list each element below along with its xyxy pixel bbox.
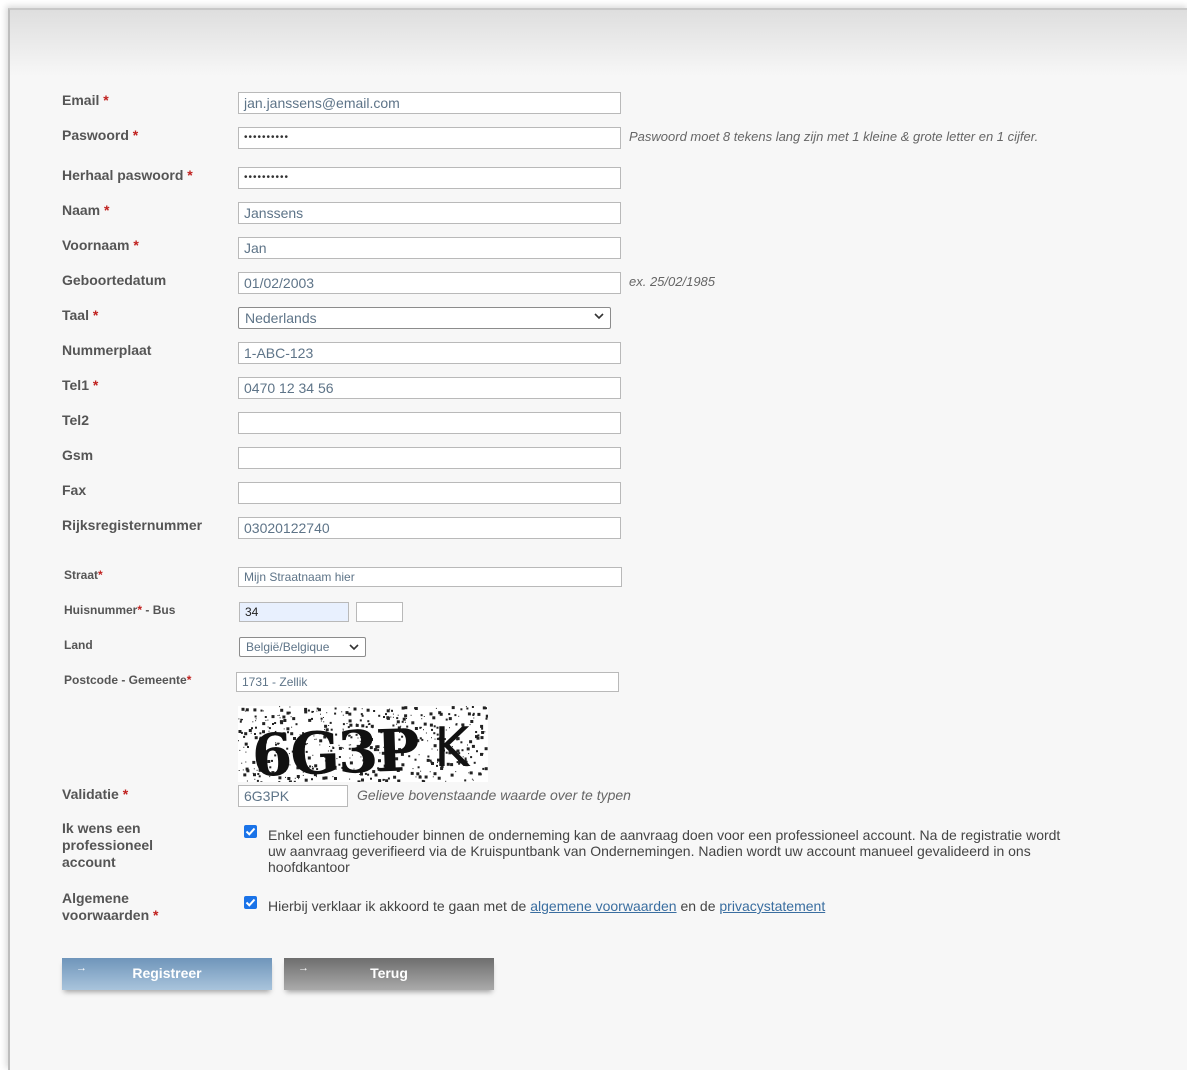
professional-label: Ik wens een professioneel account (62, 820, 154, 870)
land-select-value: België/Belgique (246, 640, 330, 654)
nummerplaat-label: Nummerplaat (62, 342, 152, 358)
terms-text: Hierbij verklaar ik akkoord te gaan met … (268, 898, 825, 914)
straat-input[interactable]: Mijn Straatnaam hier (238, 567, 622, 587)
huisnummer-label: Huisnummer* - Bus (64, 603, 176, 617)
registreer-label: Registreer (132, 965, 202, 981)
voornaam-label: Voornaam * (62, 237, 139, 253)
fax-label: Fax (62, 482, 87, 498)
professional-text: Enkel een functiehouder binnen de ondern… (268, 827, 1061, 875)
land-select[interactable]: België/Belgique (239, 637, 366, 657)
postcode-input[interactable]: 1731 - Zellik (236, 672, 619, 692)
terms-checkbox[interactable] (244, 896, 257, 909)
taal-label: Taal * (62, 307, 99, 323)
terms-label: Algemene voorwaarden * (62, 890, 159, 923)
straat-label: Straat* (64, 568, 103, 582)
geboortedatum-input[interactable]: 01/02/2003 (238, 272, 621, 294)
password-label: Paswoord * (62, 127, 139, 143)
geboortedatum-label: Geboortedatum (62, 272, 167, 288)
postcode-label: Postcode - Gemeente* (64, 673, 192, 687)
huisnummer-input[interactable]: 34 (239, 602, 349, 622)
registration-page: Email * jan.janssens@email.com Paswoord … (8, 8, 1187, 1070)
page-header (10, 10, 1187, 76)
email-input[interactable]: jan.janssens@email.com (238, 92, 621, 114)
bus-input[interactable] (356, 602, 403, 622)
captcha-image: 6G3P K (238, 706, 488, 782)
password-hint: Paswoord moet 8 tekens lang zijn met 1 k… (629, 129, 1039, 144)
rijksregisternummer-input[interactable]: 03020122740 (238, 517, 621, 539)
terug-button[interactable]: → Terug (284, 958, 494, 990)
terms-text-mid: en de (680, 898, 716, 914)
validatie-hint: Gelieve bovenstaande waarde over te type… (357, 787, 631, 803)
taal-select[interactable]: Nederlands (238, 307, 611, 329)
rijksregisternummer-label: Rijksregisternummer (62, 517, 203, 533)
validatie-label: Validatie * (62, 786, 129, 802)
svg-text:6G3P: 6G3P (251, 716, 421, 782)
validatie-input[interactable]: 6G3PK (238, 785, 348, 807)
repeat-password-input[interactable]: •••••••••• (238, 167, 621, 189)
registreer-button[interactable]: → Registreer (62, 958, 272, 990)
geboortedatum-hint: ex. 25/02/1985 (629, 274, 716, 289)
taal-select-value: Nederlands (245, 310, 317, 326)
terug-label: Terug (370, 965, 408, 981)
professional-checkbox[interactable] (244, 825, 257, 838)
repeat-password-label: Herhaal paswoord * (62, 167, 193, 183)
tel2-label: Tel2 (62, 412, 89, 428)
tel1-label: Tel1 * (62, 377, 99, 393)
naam-label: Naam * (62, 202, 110, 218)
email-label: Email * (62, 92, 109, 108)
password-input[interactable]: •••••••••• (238, 127, 621, 149)
naam-input[interactable]: Janssens (238, 202, 621, 224)
captcha-noise: 6G3P K (238, 706, 488, 782)
nummerplaat-input[interactable]: 1-ABC-123 (238, 342, 621, 364)
chevron-down-icon (349, 644, 359, 651)
algemene-voorwaarden-link[interactable]: algemene voorwaarden (530, 898, 676, 914)
terms-text-before: Hierbij verklaar ik akkoord te gaan met … (268, 898, 527, 914)
gsm-label: Gsm (62, 447, 94, 463)
fax-input[interactable] (238, 482, 621, 504)
gsm-input[interactable] (238, 447, 621, 469)
check-icon (245, 827, 256, 836)
privacystatement-link[interactable]: privacystatement (719, 898, 825, 914)
check-icon (245, 898, 256, 907)
svg-text:K: K (434, 716, 471, 779)
chevron-down-icon (594, 313, 604, 320)
voornaam-input[interactable]: Jan (238, 237, 621, 259)
tel2-input[interactable] (238, 412, 621, 434)
land-label: Land (64, 638, 93, 652)
tel1-input[interactable]: 0470 12 34 56 (238, 377, 621, 399)
